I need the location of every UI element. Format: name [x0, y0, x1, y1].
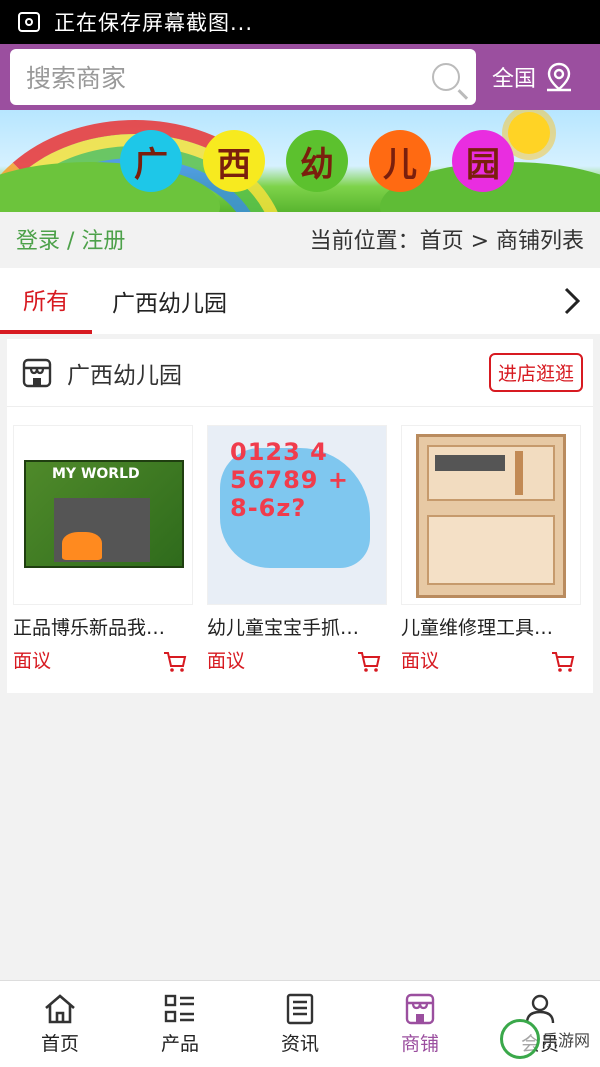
product-image[interactable]: 0123 4 56789 + 8-6z?: [207, 425, 387, 605]
product-item[interactable]: 0123 4 56789 + 8-6z? 幼儿童宝宝手抓… 面议: [201, 425, 395, 673]
product-image[interactable]: [401, 425, 581, 605]
tab-all[interactable]: 所有: [0, 268, 92, 334]
sun-decoration: [508, 112, 550, 154]
product-item[interactable]: 儿童维修理工具… 面议: [395, 425, 589, 673]
home-icon: [45, 993, 75, 1023]
search-input[interactable]: 搜索商家: [10, 49, 476, 105]
shop-header: 广西幼儿园 进店逛逛: [7, 339, 593, 407]
store-icon: [22, 358, 52, 387]
product-image[interactable]: MY WORLD: [13, 425, 193, 605]
location-bar: 登录 / 注册 当前位置：首页 > 商铺列表: [0, 212, 600, 266]
number-puzzle-illustration: 0123 4 56789 + 8-6z?: [230, 438, 349, 522]
banner-title: 广 西 幼 儿 园: [120, 130, 514, 192]
search-icon[interactable]: [432, 63, 460, 91]
top-header: 搜索商家 全国: [0, 44, 600, 110]
banner-char: 广: [120, 130, 182, 192]
shop-name[interactable]: 广西幼儿园: [67, 356, 489, 390]
nav-shops[interactable]: 商铺: [360, 981, 480, 1067]
shop-icon: [405, 993, 435, 1024]
product-name[interactable]: 儿童维修理工具…: [401, 613, 583, 640]
watermark-text: 乐游网: [542, 1031, 591, 1050]
watermark-logo-icon: [500, 1019, 540, 1059]
banner-char: 园: [452, 130, 514, 192]
screenshot-icon: [18, 12, 40, 32]
status-text: 正在保存屏幕截图...: [54, 11, 254, 35]
news-icon: [286, 993, 314, 1024]
watermark: 乐游网: [500, 1015, 596, 1063]
nav-news[interactable]: 资讯: [240, 981, 360, 1067]
nav-label: 资讯: [280, 1032, 319, 1055]
product-name[interactable]: 正品博乐新品我…: [13, 613, 195, 640]
status-bar: 正在保存屏幕截图...: [0, 0, 600, 44]
cart-icon[interactable]: [163, 651, 187, 673]
box-logo: MY WORLD: [52, 466, 140, 482]
shop-card: 广西幼儿园 进店逛逛 MY WORLD 正品博乐新品我… 面议 0123 4 5…: [7, 339, 593, 693]
banner-char: 儿: [369, 130, 431, 192]
banner-char: 幼: [286, 130, 348, 192]
toolbox-illustration: [416, 434, 566, 598]
visit-shop-button[interactable]: 进店逛逛: [488, 353, 583, 392]
location-pin-icon: [547, 62, 572, 92]
product-item[interactable]: MY WORLD 正品博乐新品我… 面议: [7, 425, 201, 673]
product-list: MY WORLD 正品博乐新品我… 面议 0123 4 56789 + 8-6z…: [7, 425, 593, 673]
chevron-right-icon[interactable]: [562, 287, 582, 315]
login-register-link[interactable]: 登录 / 注册: [16, 223, 125, 255]
region-label: 全国: [492, 67, 537, 92]
product-name[interactable]: 幼儿童宝宝手抓…: [207, 613, 389, 640]
cart-icon[interactable]: [357, 651, 381, 673]
nav-label: 商铺: [400, 1032, 439, 1055]
cart-icon[interactable]: [551, 651, 575, 673]
nav-products[interactable]: 产品: [120, 981, 240, 1067]
banner: 广 西 幼 儿 园: [0, 110, 600, 212]
toy-box-illustration: MY WORLD: [24, 460, 184, 568]
search-placeholder: 搜索商家: [26, 64, 127, 93]
list-icon: [164, 994, 194, 1022]
category-tabs: 所有 广西幼儿园: [0, 268, 600, 334]
region-selector[interactable]: 全国: [492, 61, 574, 93]
banner-char: 西: [203, 130, 265, 192]
nav-home[interactable]: 首页: [0, 981, 120, 1067]
tab-guangxi-kindergarten[interactable]: 广西幼儿园: [112, 268, 227, 334]
breadcrumb: 当前位置：首页 > 商铺列表: [309, 229, 584, 254]
nav-label: 产品: [160, 1032, 199, 1055]
nav-label: 首页: [40, 1032, 79, 1055]
